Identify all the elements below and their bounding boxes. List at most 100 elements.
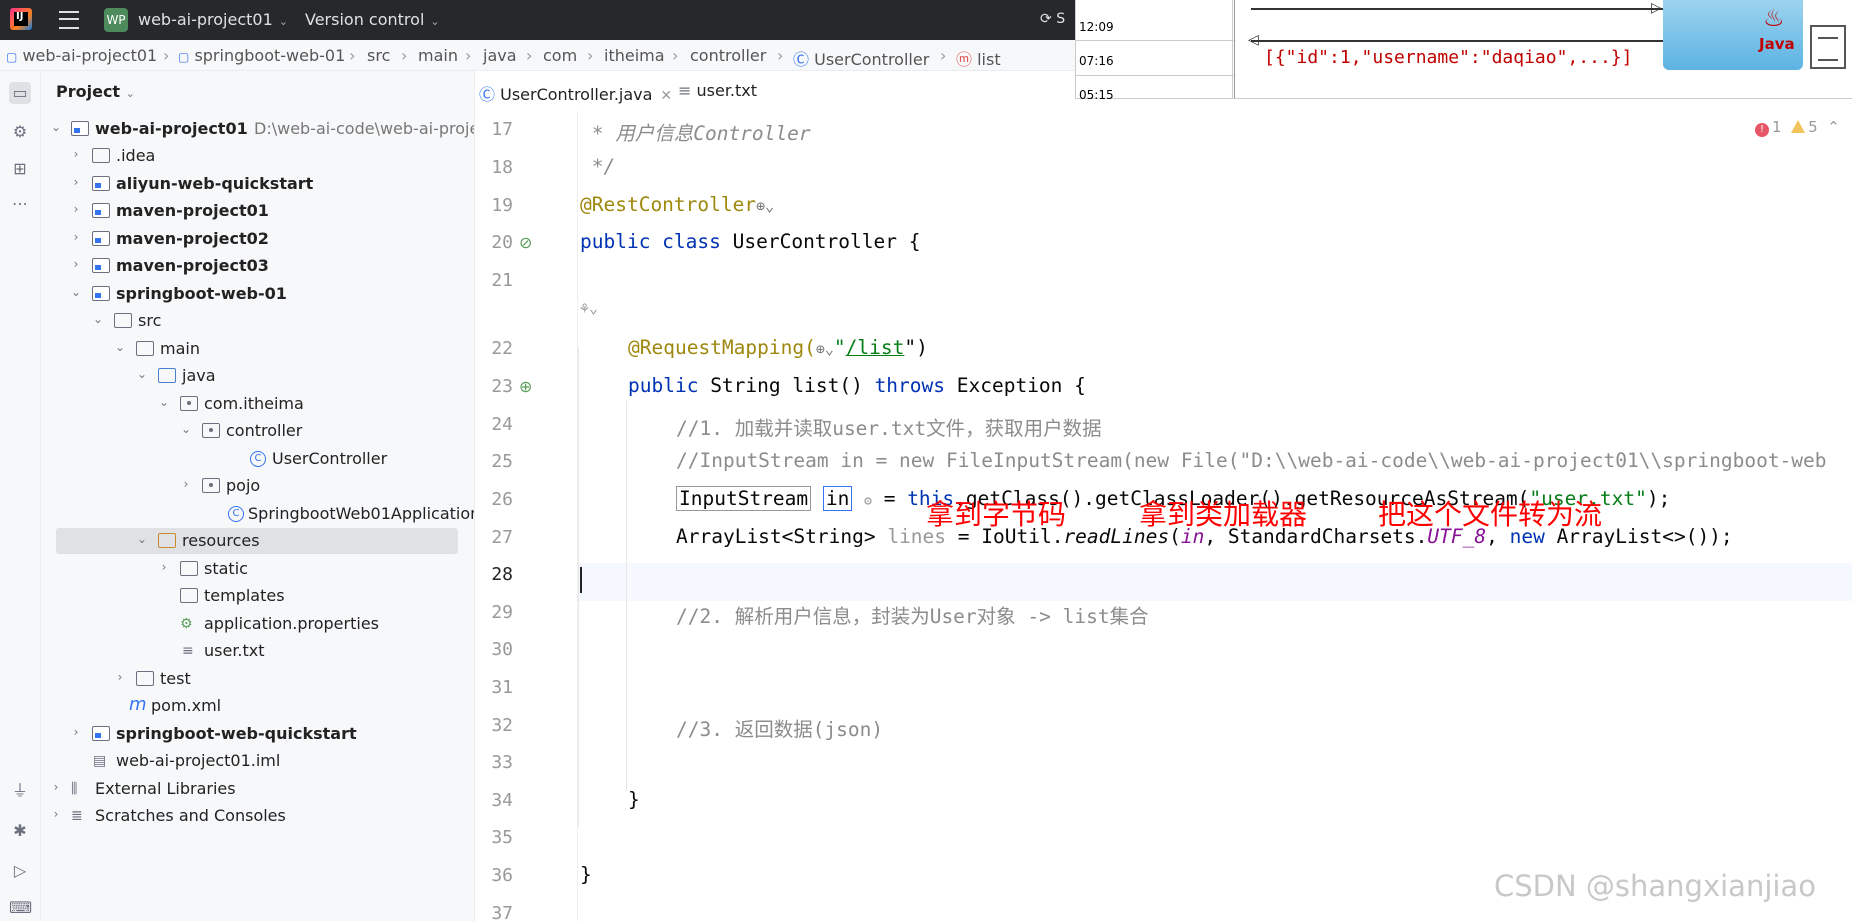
tree-item-templates[interactable]: templates [41, 583, 474, 609]
intellij-logo-icon[interactable]: IJ [10, 8, 32, 30]
code-token: Exception { [956, 374, 1086, 397]
tree-item-java[interactable]: ⌄ java [41, 363, 474, 389]
tree-item-resources[interactable]: ⌄ resources [56, 528, 458, 554]
commit-icon[interactable]: ⏚ [9, 780, 31, 802]
project-switcher[interactable]: web-ai-project01 ⌄ [138, 10, 288, 29]
chevron-right-icon[interactable]: › [69, 230, 83, 244]
tree-item-label: web-ai-project01 [95, 119, 248, 138]
tree-item-label: springboot-web-quickstart [116, 724, 357, 743]
breadcrumb-item-main[interactable]: main [418, 46, 458, 65]
tree-item-iml[interactable]: ▤ web-ai-project01.iml [41, 748, 474, 774]
tree-item-idea[interactable]: › .idea [41, 143, 474, 169]
module-icon [92, 231, 110, 246]
tree-item-external-libraries[interactable]: › ⫼ External Libraries [41, 776, 474, 802]
chevron-down-icon[interactable]: ⌄ [157, 395, 171, 409]
tree-item-springboot-web-01[interactable]: ⌄ springboot-web-01 [41, 281, 474, 307]
chevron-down-icon[interactable]: ⌄ [179, 422, 193, 436]
maven-icon: m [129, 694, 147, 715]
main-menu-icon[interactable] [59, 11, 79, 29]
variable-token[interactable]: in [822, 486, 853, 511]
run-play-icon[interactable]: ▷ [9, 860, 31, 882]
error-icon: ! [1755, 123, 1769, 137]
tab-usercontroller-java[interactable]: Ⓒ UserController.java ✕ [479, 81, 673, 114]
chevron-right-icon[interactable]: › [49, 807, 63, 821]
ai-hint-icon[interactable]: ⚘⌄ [580, 299, 598, 317]
breadcrumb-item-itheima[interactable]: itheima [604, 46, 665, 65]
settings-gear-icon[interactable]: ⚙ [864, 494, 872, 509]
code-editor[interactable]: * 用户信息Controller */ @RestController⊕⌄ pu… [578, 111, 1852, 921]
breadcrumb-item-class[interactable]: Ⓒ UserController [793, 46, 929, 70]
line-number-current: 28 [491, 564, 513, 585]
chevron-right-icon[interactable]: › [69, 202, 83, 216]
tree-item-src[interactable]: ⌄ src [41, 308, 474, 334]
chevron-up-icon[interactable]: ⌃ [1827, 118, 1840, 136]
time-list: 12:09 07:16 05:15 [1076, 0, 1235, 102]
json-response-text: [{"id":1,"username":"daqiao",...}] [1264, 47, 1633, 68]
tree-item-static[interactable]: › static [41, 556, 474, 582]
chevron-down-icon[interactable]: ⌄ [135, 532, 149, 546]
tree-item-user-txt[interactable]: ≡ user.txt [41, 638, 474, 664]
spring-bean-gutter-icon[interactable]: ⊘ [519, 233, 537, 252]
tree-item-aliyun-web-quickstart[interactable]: › aliyun-web-quickstart [41, 171, 474, 197]
breadcrumb-item-com[interactable]: com [543, 46, 577, 65]
folder-icon [92, 148, 110, 163]
tree-item-springboot-web-quickstart[interactable]: › springboot-web-quickstart [41, 721, 474, 747]
source-folder-icon [158, 368, 176, 383]
terminal-icon[interactable]: ⌨ [9, 897, 32, 919]
tree-item-controller[interactable]: ⌄ controller [41, 418, 474, 444]
debug-bug-icon[interactable]: ✱ [9, 820, 31, 842]
breadcrumb-item-module[interactable]: ▢ springboot-web-01 [178, 46, 345, 65]
project-badge[interactable]: WP [104, 8, 128, 32]
folder-icon [136, 671, 154, 686]
globe-icon[interactable]: ⊕⌄ [816, 340, 834, 358]
version-control-menu[interactable]: Version control ⌄ [305, 10, 440, 29]
url-path-token[interactable]: /list [846, 336, 905, 359]
close-icon[interactable]: ✕ [660, 88, 672, 104]
tree-item-main[interactable]: ⌄ main [41, 336, 474, 362]
chevron-down-icon[interactable]: ⌄ [91, 312, 105, 326]
chevron-right-icon[interactable]: › [113, 670, 127, 684]
project-panel-title[interactable]: Project ⌄ [56, 82, 135, 101]
settings-gear-icon[interactable]: ⚙ [9, 121, 31, 143]
inspection-widget[interactable]: ! 1 5 ⌃ [1755, 118, 1840, 137]
tree-item-pojo[interactable]: › pojo [41, 473, 474, 499]
more-tools-icon[interactable]: ⋯ [9, 193, 31, 215]
tree-item-test[interactable]: › test [41, 666, 474, 692]
chevron-right-icon[interactable]: › [69, 175, 83, 189]
breadcrumb-item-method[interactable]: ⓜ list [956, 46, 1001, 70]
package-icon [180, 396, 198, 411]
line-number: 30 [491, 639, 513, 660]
chevron-down-icon[interactable]: ⌄ [135, 367, 149, 381]
tree-item-springbootweb01application[interactable]: C SpringbootWeb01Application [41, 501, 474, 527]
chevron-right-icon[interactable]: › [49, 780, 63, 794]
chevron-down-icon[interactable]: ⌄ [69, 285, 83, 299]
globe-icon[interactable]: ⊕⌄ [756, 197, 774, 215]
chevron-down-icon[interactable]: ⌄ [49, 120, 63, 134]
tree-item-maven-project01[interactable]: › maven-project01 [41, 198, 474, 224]
tree-item-usercontroller[interactable]: C UserController [41, 446, 474, 472]
breadcrumb-item-controller[interactable]: controller [690, 46, 766, 65]
tree-item-root[interactable]: ⌄ web-ai-project01 D:\web-ai-code\web-ai… [41, 116, 474, 142]
chevron-right-icon[interactable]: › [157, 560, 171, 574]
chevron-right-icon[interactable]: › [69, 257, 83, 271]
run-config-icon[interactable]: ⟳ S [1040, 11, 1065, 27]
tree-item-application-properties[interactable]: ⚙ application.properties [41, 611, 474, 637]
tree-item-pom-xml[interactable]: m pom.xml [41, 693, 474, 719]
breadcrumb-item-java[interactable]: java [483, 46, 517, 65]
breadcrumb-item-src[interactable]: src [367, 46, 390, 65]
chevron-right-icon[interactable]: › [69, 725, 83, 739]
tab-user-txt[interactable]: ≡ user.txt [678, 81, 757, 100]
folder-icon [136, 341, 154, 356]
endpoint-gutter-icon[interactable]: ⊕ [519, 377, 537, 396]
breadcrumb-item-project[interactable]: ▢ web-ai-project01 [6, 46, 157, 65]
tree-item-maven-project02[interactable]: › maven-project02 [41, 226, 474, 252]
divider [1076, 75, 1234, 76]
chevron-right-icon[interactable]: › [179, 477, 193, 491]
structure-icon[interactable]: ⊞ [9, 158, 31, 180]
project-folder-icon[interactable]: ▭ [9, 82, 31, 104]
tree-item-scratches[interactable]: › ≣ Scratches and Consoles [41, 803, 474, 829]
tree-item-maven-project03[interactable]: › maven-project03 [41, 253, 474, 279]
chevron-right-icon[interactable]: › [69, 147, 83, 161]
chevron-down-icon[interactable]: ⌄ [113, 340, 127, 354]
tree-item-com-itheima[interactable]: ⌄ com.itheima [41, 391, 474, 417]
